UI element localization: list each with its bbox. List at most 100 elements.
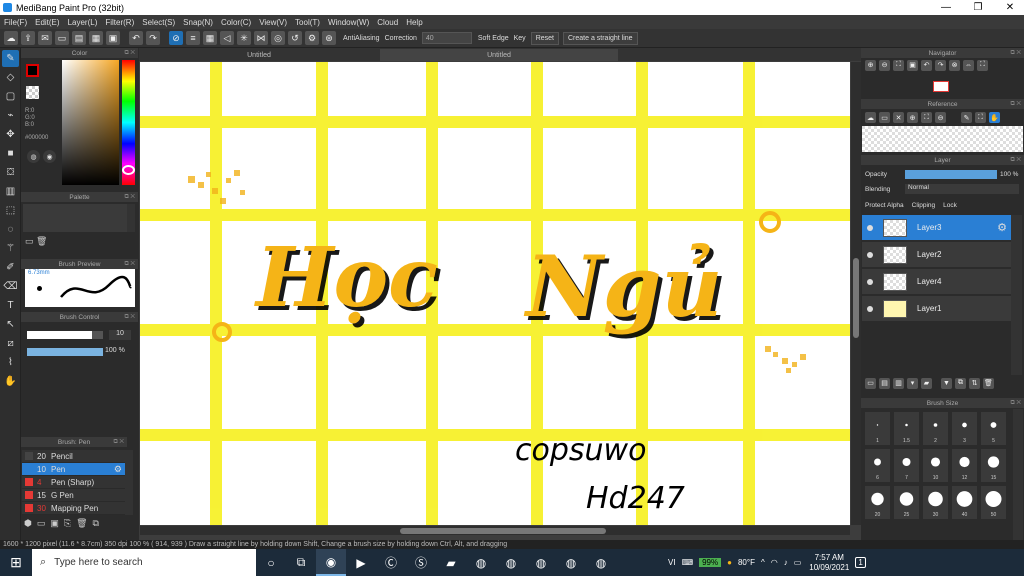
reference-fit-icon[interactable]: ⛶ xyxy=(921,112,932,123)
chrome-profile-3-icon[interactable]: ◍ xyxy=(556,549,586,576)
layer-visibility-icon[interactable] xyxy=(867,224,873,231)
brush-settings-gear-icon[interactable]: ⚙ xyxy=(114,464,122,475)
eraser-tool-icon[interactable]: ◇ xyxy=(2,69,19,86)
hue-knob[interactable] xyxy=(122,165,135,175)
zoom-in-icon[interactable]: ⊕ xyxy=(865,59,876,71)
wifi-icon[interactable]: ◠ xyxy=(771,558,778,567)
maximize-button[interactable]: ❐ xyxy=(962,0,994,15)
zoom-app-icon[interactable]: ▶ xyxy=(346,549,376,576)
fit-icon[interactable]: ⛶ xyxy=(893,59,904,71)
vertical-scrollbar[interactable] xyxy=(851,62,861,525)
correction-select[interactable]: 40 xyxy=(421,32,472,44)
reset-rotation-icon[interactable]: ⊗ xyxy=(949,59,960,71)
cortana-icon[interactable]: ○ xyxy=(256,549,286,576)
layer-visibility-icon[interactable] xyxy=(867,305,873,312)
protect-alpha-checkbox[interactable]: Protect Alpha xyxy=(865,202,904,209)
c-app-icon[interactable]: Ⓒ xyxy=(376,549,406,576)
lasso-tool-icon[interactable]: ◌ xyxy=(2,221,19,238)
redo-icon[interactable]: ↷ xyxy=(146,31,160,45)
chrome-profile-2-icon[interactable]: ◍ xyxy=(526,549,556,576)
reference-zoom-in-icon[interactable]: ⊕ xyxy=(907,112,918,123)
hue-slider[interactable] xyxy=(122,60,135,185)
color-wheel-icon[interactable]: ◍ xyxy=(27,150,40,163)
snap-off-icon[interactable]: ⊘ xyxy=(169,31,183,45)
lock-checkbox[interactable]: Lock xyxy=(943,202,957,209)
layer-row[interactable]: Layer4 xyxy=(862,269,1011,295)
layer-scrollbar[interactable] xyxy=(1011,215,1022,375)
layer-add-icon[interactable]: ▭ xyxy=(865,377,876,389)
input-method-icon[interactable]: ▭ xyxy=(794,558,802,567)
select-eraser-icon[interactable]: ⌫ xyxy=(2,278,19,295)
snap-curve-icon[interactable]: ↺ xyxy=(288,31,302,45)
brush-delete-icon[interactable]: 🗑 xyxy=(76,518,92,528)
save-icon[interactable]: ▤ xyxy=(72,31,86,45)
brush-duplicate-icon[interactable]: ⧉ xyxy=(93,518,104,528)
horizontal-scroll-thumb[interactable] xyxy=(400,528,606,534)
horizontal-scrollbar[interactable] xyxy=(140,526,850,535)
keyboard-icon[interactable]: ⌨ xyxy=(682,558,694,567)
comment-icon[interactable]: ✉ xyxy=(38,31,52,45)
brush-opacity-slider[interactable] xyxy=(27,348,103,356)
snap-radial-icon[interactable]: ✳ xyxy=(237,31,251,45)
battery-indicator[interactable]: 99% xyxy=(699,558,722,567)
hand-tool-icon[interactable]: ✋ xyxy=(2,373,19,390)
layer-add-halftone-icon[interactable]: ▤ xyxy=(879,377,890,389)
menu-layer[interactable]: Layer(L) xyxy=(68,18,98,27)
save-as-icon[interactable]: ▦ xyxy=(89,31,103,45)
foreground-color-swatch[interactable] xyxy=(26,64,39,77)
tab-untitled-2[interactable]: Untitled xyxy=(380,49,618,61)
actual-size-icon[interactable]: ▣ xyxy=(907,59,918,71)
brush-list-scrollbar[interactable] xyxy=(125,450,133,515)
brush-item-pen[interactable]: 10 Pen ⚙ xyxy=(22,463,125,476)
drawing-canvas[interactable]: Học Học Ngủ Ngủ copsuwo Hd247 xyxy=(140,62,850,525)
taskbar-search-box[interactable]: ⌕ Type here to search xyxy=(32,549,256,576)
layer-row[interactable]: Layer3 ⚙ xyxy=(862,215,1011,241)
menu-file[interactable]: File(F) xyxy=(4,18,27,27)
chrome-profile-1-icon[interactable]: ◍ xyxy=(496,549,526,576)
brush-item-pen-sharp[interactable]: 4 Pen (Sharp) xyxy=(22,476,125,489)
palette-area[interactable] xyxy=(23,204,127,232)
pen-tool-icon[interactable]: ✎ xyxy=(2,50,19,67)
reference-eyedropper-icon[interactable]: ✎ xyxy=(961,112,972,123)
divide-tool-icon[interactable]: ⧄ xyxy=(2,335,19,352)
layer-row[interactable]: Layer1 xyxy=(862,296,1011,322)
task-view-icon[interactable]: ⧉ xyxy=(286,549,316,576)
menu-tool[interactable]: Tool(T) xyxy=(295,18,320,27)
brush-size-slider[interactable] xyxy=(27,331,103,339)
tab-untitled-1[interactable]: Untitled xyxy=(139,49,379,61)
snap-settings-icon[interactable]: ⚙ xyxy=(305,31,319,45)
layer-opacity-slider[interactable] xyxy=(905,170,997,179)
shape-tool-icon[interactable]: ▢ xyxy=(2,88,19,105)
dot-tool-icon[interactable]: ⌁ xyxy=(2,107,19,124)
reference-view[interactable] xyxy=(862,126,1023,152)
minimize-button[interactable]: — xyxy=(930,0,962,15)
brush-item-pencil[interactable]: 20 Pencil xyxy=(22,450,125,463)
menu-color[interactable]: Color(C) xyxy=(221,18,251,27)
layer-settings-gear-icon[interactable]: ⚙ xyxy=(997,221,1007,234)
clock[interactable]: 7:57 AM 10/09/2021 xyxy=(809,553,849,573)
menu-edit[interactable]: Edit(E) xyxy=(35,18,59,27)
flip-icon[interactable]: ⇔ xyxy=(963,59,974,71)
brush-item-mapping-pen[interactable]: 30 Mapping Pen xyxy=(22,502,125,515)
reference-close-icon[interactable]: ✕ xyxy=(893,112,904,123)
menu-window[interactable]: Window(W) xyxy=(328,18,369,27)
windows-start-icon[interactable]: ⊞ xyxy=(0,549,32,576)
volume-icon[interactable]: ♪ xyxy=(784,558,788,567)
chrome-profile-4-icon[interactable]: ◍ xyxy=(586,549,616,576)
straight-line-button[interactable]: Create a straight line xyxy=(562,31,638,45)
rotate-right-icon[interactable]: ↷ xyxy=(935,59,946,71)
snap-extra-icon[interactable]: ⊛ xyxy=(322,31,336,45)
brush-copy-icon[interactable]: ⎘ xyxy=(64,518,76,528)
tray-chevron-icon[interactable]: ^ xyxy=(761,558,765,567)
navigator-thumbnail[interactable] xyxy=(933,81,949,92)
reference-folder-icon[interactable]: ▭ xyxy=(879,112,890,123)
select-pen-icon[interactable]: ✐ xyxy=(2,259,19,276)
layer-delete-icon[interactable]: 🗑 xyxy=(983,377,994,389)
hex-value[interactable]: #000000 xyxy=(25,135,48,141)
palette-delete-icon[interactable]: 🗑 xyxy=(36,236,47,246)
chrome-badge-icon[interactable]: ◍ xyxy=(466,549,496,576)
menu-view[interactable]: View(V) xyxy=(259,18,287,27)
export-icon[interactable]: ▣ xyxy=(106,31,120,45)
menu-snap[interactable]: Snap(N) xyxy=(183,18,213,27)
gradient-tool-icon[interactable]: ▥ xyxy=(2,183,19,200)
